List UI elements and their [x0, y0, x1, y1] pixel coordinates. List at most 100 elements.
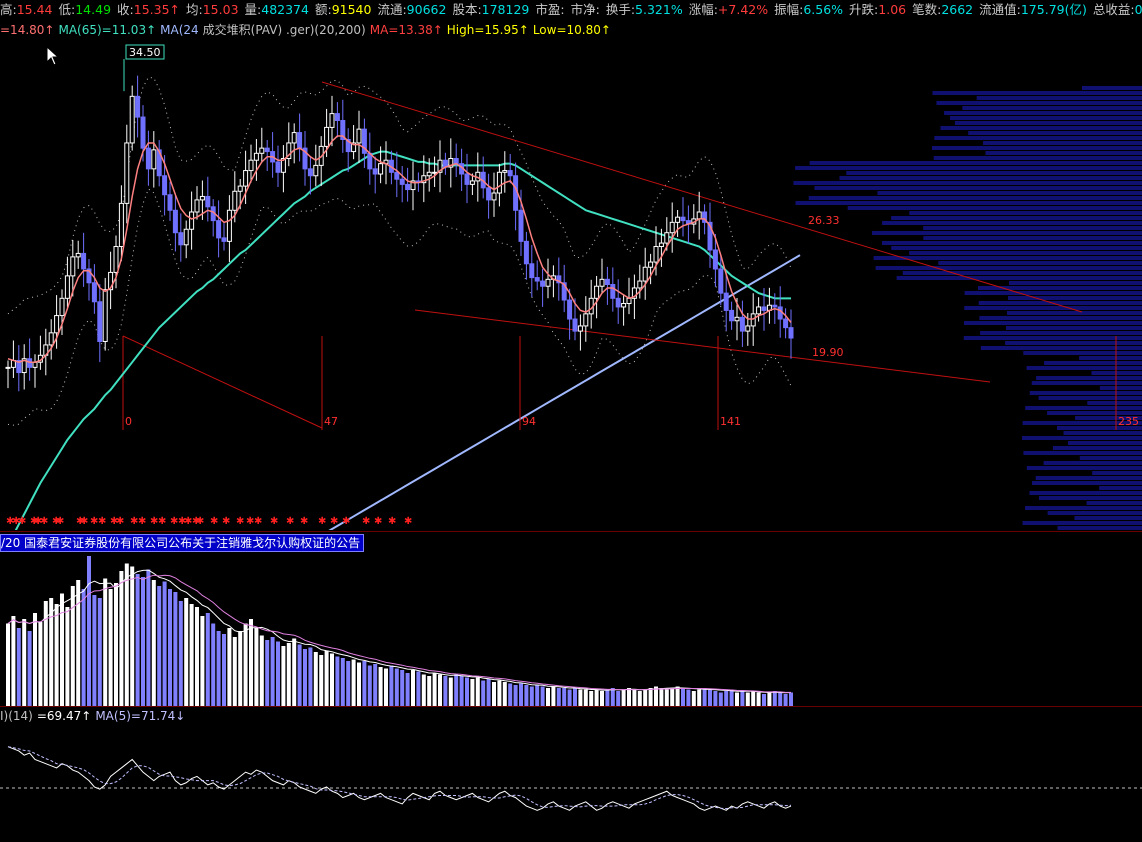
volume-bar [583, 689, 588, 706]
candle-body [680, 216, 686, 222]
quote-value: 482374 [261, 2, 309, 17]
candle-body [151, 149, 157, 170]
volume-bar [708, 689, 712, 706]
volume-bar [432, 673, 437, 706]
volume-bar [367, 665, 372, 706]
volume-profile-bar [873, 256, 1142, 260]
candle-body [507, 170, 513, 177]
volume-profile-bar [1082, 86, 1142, 90]
volume-bar [438, 674, 442, 706]
candle-body [491, 192, 497, 201]
candle-body [54, 315, 60, 334]
volume-bar [70, 586, 75, 706]
candle-body [313, 164, 319, 177]
volume-profile-bar [1038, 396, 1142, 400]
candle-body [399, 178, 405, 185]
volume-profile-bar [1067, 441, 1142, 445]
candle-body [583, 313, 589, 327]
candle-body [307, 168, 313, 177]
quote-value: 175.79(亿) [1020, 2, 1087, 17]
candle-body [394, 171, 400, 180]
volume-profile-bar [809, 161, 1142, 165]
volume-profile-bar [1025, 406, 1142, 410]
quote-value: 0.00(亿) [1134, 2, 1142, 17]
candle-body [27, 358, 33, 368]
candle-body [750, 313, 756, 327]
volume-profile-bar [964, 306, 1142, 310]
volume-profile-bar [1039, 496, 1142, 500]
candle-body [145, 147, 151, 170]
quote-value: 5.321% [635, 2, 683, 17]
volume-bar [243, 623, 248, 706]
signal-marker-icon: ✱ [80, 516, 88, 527]
quote-value: 91540 [331, 2, 372, 17]
candle-body [529, 263, 535, 279]
volume-profile-bar [1043, 461, 1142, 465]
candle-body [275, 161, 281, 173]
signal-marker-icon: ✱ [138, 516, 146, 527]
trend-label: 26.33 [808, 214, 840, 227]
signal-marker-icon: ✱ [18, 516, 26, 527]
indicator-chart[interactable] [0, 724, 1142, 840]
quote-label: 额: [314, 2, 332, 17]
volume-profile-bar [891, 216, 1142, 220]
indicator-legend-item: =69.47↑ [36, 709, 92, 723]
volume-bar [443, 676, 448, 706]
volume-bar [330, 653, 334, 706]
volume-profile-bar [978, 301, 1142, 305]
volume-profile-bar [1074, 516, 1142, 520]
volume-bar [427, 676, 432, 706]
signal-marker-icon: ✱ [196, 516, 204, 527]
candle-body [264, 147, 270, 153]
candle-body [226, 209, 232, 242]
volume-bar [600, 691, 604, 706]
candle-body [216, 220, 222, 239]
volume-bar [281, 646, 286, 706]
volume-bar [238, 631, 243, 706]
signal-marker-icon: ✱ [362, 516, 370, 527]
volume-bar [373, 664, 378, 706]
volume-bar [33, 613, 37, 706]
volume-profile-bar [979, 316, 1142, 320]
count-marker-label: 235 [1118, 415, 1139, 428]
volume-profile-bar [1005, 341, 1142, 345]
candle-body [405, 183, 411, 191]
quote-label: 高: [0, 2, 17, 17]
volume-bar [141, 577, 145, 706]
signal-marker-icon: ✱ [116, 516, 124, 527]
volume-bar [27, 631, 32, 706]
volume-profile-bar [839, 176, 1142, 180]
ma-legend-item: MA(65)=11.03↑ [58, 23, 157, 37]
candle-body [372, 168, 378, 175]
volume-profile-bar [1029, 391, 1142, 395]
volume-bar [189, 604, 194, 706]
candle-body [194, 199, 200, 213]
signal-marker-icon: ✱ [374, 516, 382, 527]
quote-value: 15.44 [16, 2, 53, 17]
volume-bar [740, 691, 745, 706]
candle-body [502, 170, 508, 173]
volume-bar [103, 578, 108, 706]
volume-bar [454, 674, 459, 706]
volume-profile-bar [938, 261, 1142, 265]
volume-bar [162, 581, 167, 706]
volume-profile-bar [1029, 491, 1142, 495]
volume-bar [519, 683, 523, 706]
volume-bar [481, 680, 486, 706]
volume-profile-bar [923, 226, 1142, 230]
volume-profile-bar [1087, 401, 1142, 405]
volume-profile-bar [1044, 361, 1142, 365]
candle-body [248, 159, 254, 172]
quote-label: 涨幅: [688, 2, 718, 17]
candle-body [783, 318, 789, 329]
volume-profile-bar [932, 146, 1142, 150]
ma-legend-item: =14.80↑ [0, 23, 55, 37]
volume-chart[interactable] [0, 550, 1142, 706]
count-marker-label: 141 [720, 415, 741, 428]
price-chart[interactable]: 0 47 94 141 235 34.50 26.33 19.90 ✱ ✱ ✱ ✱ ✱ ✱ ✱ ✱ ✱ ✱ ✱ ✱ ✱ ✱… [0, 38, 1142, 530]
volume-profile-bar [976, 96, 1142, 100]
volume-profile-bar [875, 266, 1142, 270]
volume-profile-bar [896, 276, 1142, 280]
volume-bar [173, 592, 178, 706]
volume-profile-bar [963, 336, 1142, 340]
